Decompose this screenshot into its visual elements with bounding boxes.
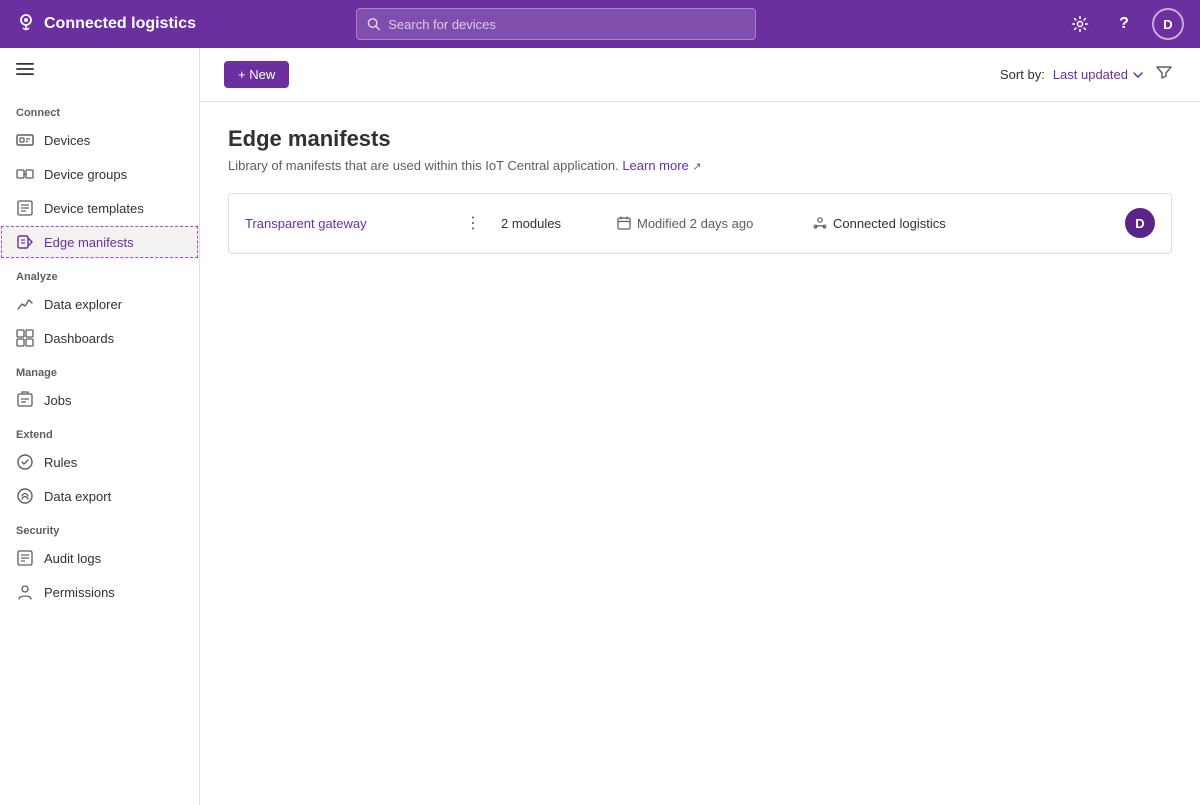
- sidebar-item-edge-manifests[interactable]: Edge manifests: [0, 225, 199, 259]
- sidebar-item-label-dashboards: Dashboards: [44, 331, 114, 346]
- sidebar-item-label-audit-logs: Audit logs: [44, 551, 101, 566]
- manifest-more-button[interactable]: ⋮: [461, 213, 485, 233]
- main-content: + New Sort by: Last updated Edge manifes: [200, 48, 1200, 805]
- org-icon: [813, 216, 827, 230]
- gear-icon: [1071, 15, 1089, 33]
- sort-value-button[interactable]: Last updated: [1053, 67, 1144, 82]
- sort-value-text: Last updated: [1053, 67, 1128, 82]
- logo-icon: [16, 12, 36, 37]
- search-input[interactable]: [388, 17, 745, 32]
- manifest-avatar: D: [1125, 208, 1155, 238]
- sidebar-item-dashboards[interactable]: Dashboards: [0, 321, 199, 355]
- filter-button[interactable]: [1152, 60, 1176, 89]
- sidebar: Connect Devices Device groups: [0, 48, 200, 805]
- data-export-icon: [16, 487, 34, 505]
- manifest-item[interactable]: Transparent gateway ⋮ 2 modules Modified…: [229, 194, 1171, 253]
- page-description: Library of manifests that are used withi…: [228, 158, 1172, 173]
- sort-area: Sort by: Last updated: [1000, 60, 1176, 89]
- help-button[interactable]: ?: [1108, 8, 1140, 40]
- manifest-org-text: Connected logistics: [833, 216, 946, 231]
- jobs-icon: [16, 391, 34, 409]
- filter-icon: [1156, 64, 1172, 80]
- settings-button[interactable]: [1064, 8, 1096, 40]
- manifest-name: Transparent gateway: [245, 216, 445, 231]
- app-logo: Connected logistics: [16, 12, 196, 37]
- search-bar[interactable]: [356, 8, 756, 40]
- sidebar-item-label-devices: Devices: [44, 133, 90, 148]
- toolbar: + New Sort by: Last updated: [200, 48, 1200, 102]
- sidebar-item-label-data-export: Data export: [44, 489, 111, 504]
- chevron-down-icon: [1132, 69, 1144, 81]
- device-templates-icon: [16, 199, 34, 217]
- sidebar-item-rules[interactable]: Rules: [0, 445, 199, 479]
- sidebar-item-data-export[interactable]: Data export: [0, 479, 199, 513]
- section-label-analyze: Analyze: [0, 259, 199, 287]
- dashboards-icon: [16, 329, 34, 347]
- manifest-org: Connected logistics: [813, 216, 1109, 231]
- section-label-connect: Connect: [0, 95, 199, 123]
- sidebar-item-label-device-templates: Device templates: [44, 201, 144, 216]
- sidebar-item-label-rules: Rules: [44, 455, 77, 470]
- section-label-security: Security: [0, 513, 199, 541]
- topbar-right: ? D: [1064, 8, 1184, 40]
- content-area: Edge manifests Library of manifests that…: [200, 102, 1200, 805]
- manifest-modified: Modified 2 days ago: [617, 216, 797, 231]
- section-label-extend: Extend: [0, 417, 199, 445]
- menu-icon: [16, 60, 34, 78]
- sidebar-item-label-jobs: Jobs: [44, 393, 71, 408]
- data-explorer-icon: [16, 295, 34, 313]
- permissions-icon: [16, 583, 34, 601]
- sidebar-item-label-edge-manifests: Edge manifests: [44, 235, 134, 250]
- sidebar-item-audit-logs[interactable]: Audit logs: [0, 541, 199, 575]
- manifest-list: Transparent gateway ⋮ 2 modules Modified…: [228, 193, 1172, 254]
- topbar: Connected logistics ? D: [0, 0, 1200, 48]
- rules-icon: [16, 453, 34, 471]
- external-link-icon: ↗: [692, 161, 701, 173]
- audit-logs-icon: [16, 549, 34, 567]
- calendar-icon: [617, 216, 631, 230]
- devices-icon: [16, 131, 34, 149]
- user-avatar[interactable]: D: [1152, 8, 1184, 40]
- hamburger-button[interactable]: [0, 48, 199, 95]
- sidebar-item-label-device-groups: Device groups: [44, 167, 127, 182]
- sidebar-item-permissions[interactable]: Permissions: [0, 575, 199, 609]
- sidebar-item-devices[interactable]: Devices: [0, 123, 199, 157]
- device-groups-icon: [16, 165, 34, 183]
- manifest-modified-text: Modified 2 days ago: [637, 216, 753, 231]
- page-title: Edge manifests: [228, 126, 1172, 152]
- edge-manifests-icon: [16, 233, 34, 251]
- sidebar-item-device-groups[interactable]: Device groups: [0, 157, 199, 191]
- sidebar-item-label-data-explorer: Data explorer: [44, 297, 122, 312]
- page-description-text: Library of manifests that are used withi…: [228, 158, 619, 173]
- sidebar-item-device-templates[interactable]: Device templates: [0, 191, 199, 225]
- sort-label: Sort by:: [1000, 67, 1045, 82]
- main-layout: Connect Devices Device groups: [0, 48, 1200, 805]
- question-icon: ?: [1119, 15, 1129, 33]
- sidebar-item-label-permissions: Permissions: [44, 585, 115, 600]
- section-label-manage: Manage: [0, 355, 199, 383]
- search-icon: [367, 17, 380, 31]
- new-button[interactable]: + New: [224, 61, 289, 88]
- learn-more-link[interactable]: Learn more: [622, 158, 688, 173]
- app-name: Connected logistics: [44, 15, 196, 33]
- sidebar-item-data-explorer[interactable]: Data explorer: [0, 287, 199, 321]
- sidebar-item-jobs[interactable]: Jobs: [0, 383, 199, 417]
- manifest-modules: 2 modules: [501, 216, 601, 231]
